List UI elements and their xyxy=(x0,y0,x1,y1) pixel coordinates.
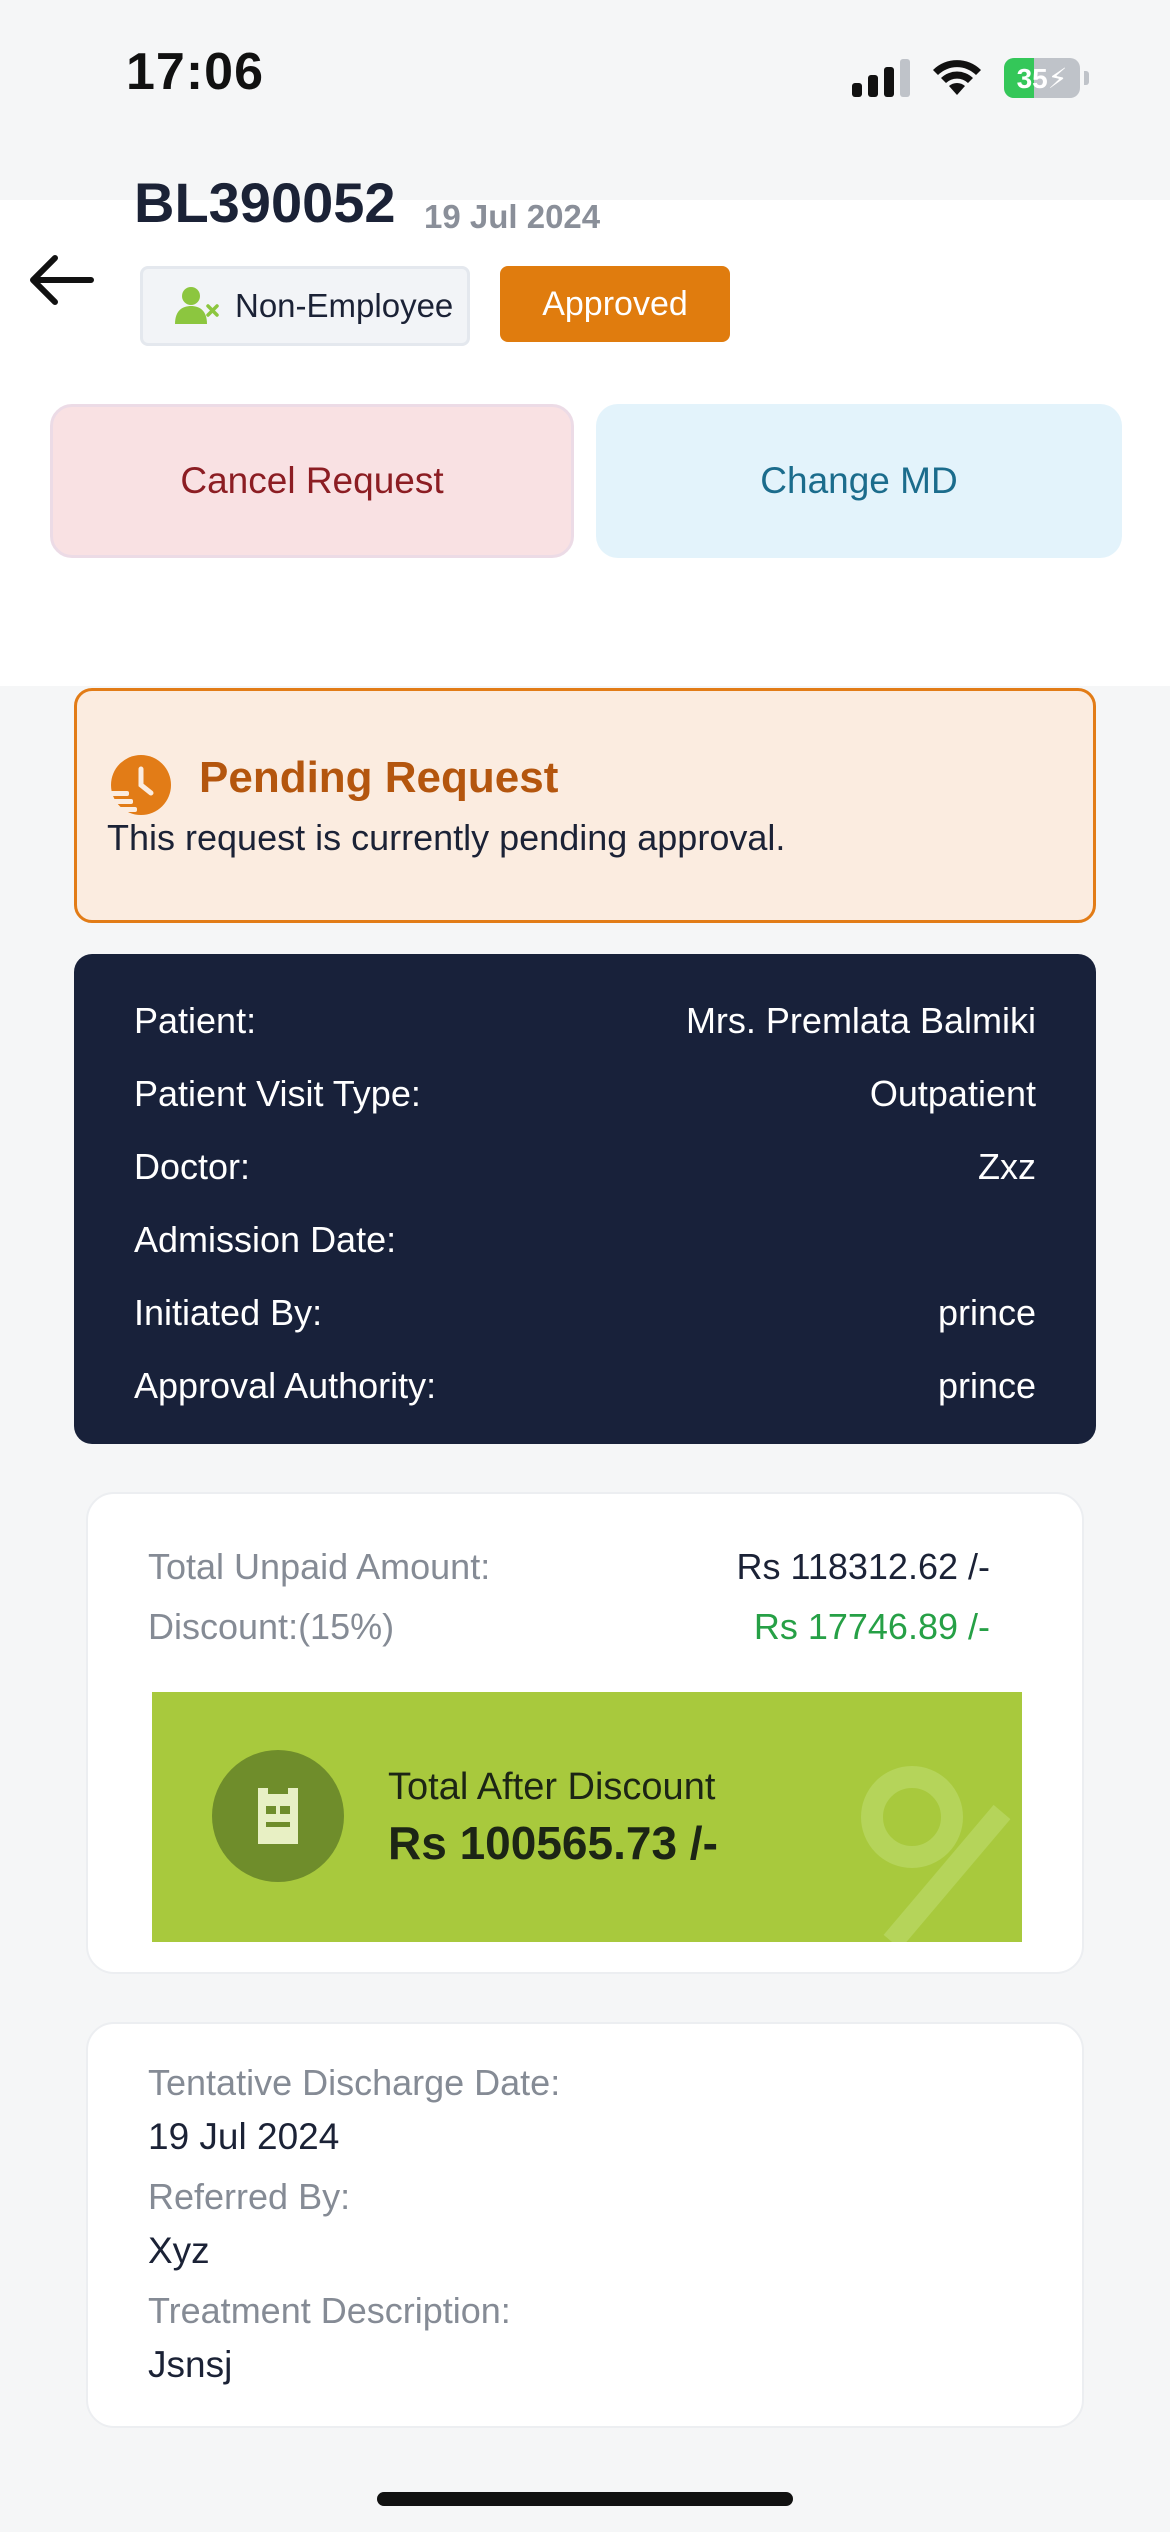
status-time: 17:06 xyxy=(126,43,264,101)
info-label: Doctor: xyxy=(134,1145,251,1187)
non-employee-chip: Non-Employee xyxy=(140,266,470,346)
battery-tip xyxy=(1084,71,1089,85)
info-value: prince xyxy=(937,1291,1036,1333)
details-card: Tentative Discharge Date: 19 Jul 2024 Re… xyxy=(86,2022,1084,2428)
total-after-discount-box: Total After Discount Rs 100565.73 /- xyxy=(152,1692,1022,1942)
bill-date: 19 Jul 2024 xyxy=(424,198,601,235)
info-value: Outpatient xyxy=(869,1072,1036,1114)
info-label: Approval Authority: xyxy=(134,1364,437,1406)
info-row-patient: Patient: Mrs. Premlata Balmiki xyxy=(134,984,1036,1057)
discount-label: Discount:(15%) xyxy=(148,1606,395,1647)
bill-icon xyxy=(212,1750,344,1882)
request-header: BL390052 19 Jul 2024 Non-Employee Approv… xyxy=(0,171,1170,686)
back-button[interactable] xyxy=(26,244,98,316)
unpaid-amount-row: Total Unpaid Amount: Rs 118312.62 /- xyxy=(148,1546,990,1588)
info-row-initiated-by: Initiated By: prince xyxy=(134,1276,1036,1349)
discharge-date-label: Tentative Discharge Date: xyxy=(148,2062,561,2103)
pending-clock-icon xyxy=(107,755,171,815)
receipt-icon xyxy=(258,1788,298,1844)
user-remove-icon xyxy=(175,287,219,324)
battery-level: 35 xyxy=(1016,62,1048,94)
info-label: Patient: xyxy=(134,999,257,1041)
info-value: Mrs. Premlata Balmiki xyxy=(685,999,1036,1041)
amount-card: Total Unpaid Amount: Rs 118312.62 /- Dis… xyxy=(86,1492,1084,1974)
discharge-date-value: 19 Jul 2024 xyxy=(148,2116,340,2157)
info-value: prince xyxy=(937,1364,1036,1406)
info-row-doctor: Doctor: Zxz xyxy=(134,1130,1036,1203)
change-md-button[interactable]: Change MD xyxy=(596,404,1122,558)
unpaid-value: Rs 118312.62 /- xyxy=(736,1546,991,1587)
pending-text: This request is currently pending approv… xyxy=(107,817,786,858)
pending-request-card: Pending Request This request is currentl… xyxy=(74,688,1096,923)
info-label: Admission Date: xyxy=(134,1218,397,1260)
info-row-admission-date: Admission Date: xyxy=(134,1203,1036,1276)
referred-by-value: Xyz xyxy=(148,2230,210,2271)
unpaid-label: Total Unpaid Amount: xyxy=(148,1546,491,1587)
status-icons: 35⚡ xyxy=(852,58,1089,98)
info-value: Zxz xyxy=(978,1145,1036,1187)
info-label: Initiated By: xyxy=(134,1291,323,1333)
info-label: Patient Visit Type: xyxy=(134,1072,421,1114)
info-row-approval-authority: Approval Authority: prince xyxy=(134,1349,1036,1422)
referred-by-label: Referred By: xyxy=(148,2176,351,2217)
discount-value: Rs 17746.89 /- xyxy=(753,1606,990,1647)
signal-icon xyxy=(852,59,910,97)
patient-info-card: Patient: Mrs. Premlata Balmiki Patient V… xyxy=(74,954,1096,1444)
percent-watermark-icon xyxy=(861,1766,1011,1942)
wifi-icon xyxy=(933,60,981,95)
battery-charging-icon: 35⚡ xyxy=(1004,58,1080,98)
total-value: Rs 100565.73 /- xyxy=(388,1817,718,1869)
home-indicator[interactable] xyxy=(377,2492,793,2506)
discount-row: Discount:(15%) Rs 17746.89 /- xyxy=(148,1606,990,1648)
cancel-request-button[interactable]: Cancel Request xyxy=(50,404,574,558)
treatment-description-value: Jsnsj xyxy=(148,2344,233,2385)
pending-title: Pending Request xyxy=(199,753,559,802)
bill-number: BL390052 xyxy=(134,171,396,234)
status-badge: Approved xyxy=(500,266,730,342)
total-label: Total After Discount xyxy=(388,1766,716,1808)
arrow-left-icon xyxy=(30,255,94,305)
info-row-visit-type: Patient Visit Type: Outpatient xyxy=(134,1057,1036,1130)
treatment-description-label: Treatment Description: xyxy=(148,2290,511,2331)
employee-type-label: Non-Employee xyxy=(235,287,454,324)
